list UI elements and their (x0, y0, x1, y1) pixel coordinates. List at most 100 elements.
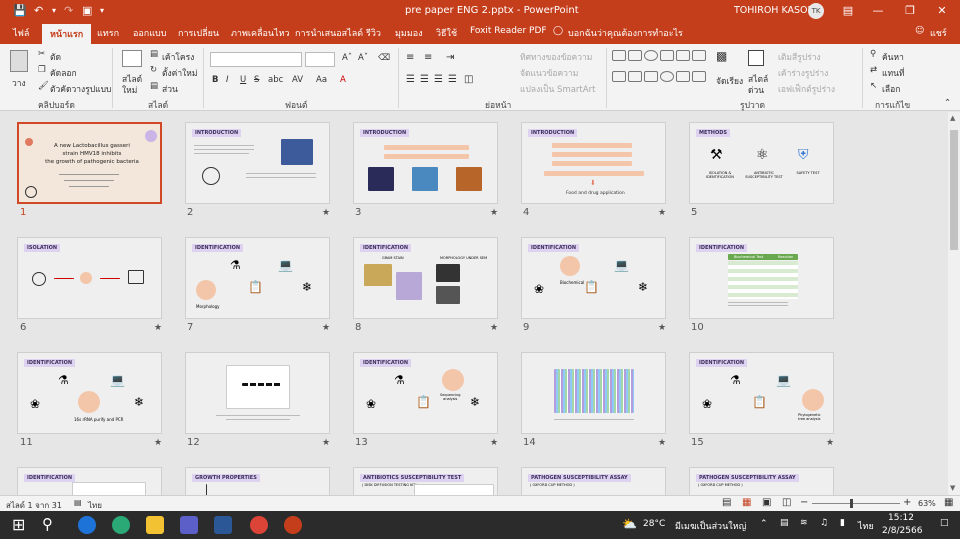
network-icon[interactable]: ▤ (780, 518, 789, 528)
share-icon[interactable]: ☺ (915, 26, 924, 36)
quick-styles-icon[interactable] (748, 50, 764, 66)
zoom-in-icon[interactable]: + (903, 497, 911, 508)
slide-thumbnail-14[interactable] (521, 352, 666, 434)
cut-icon[interactable]: ✂ (38, 49, 45, 59)
format-painter-button[interactable]: ตัวคัดวางรูปแบบ (50, 82, 111, 96)
grow-font-icon[interactable]: Aˆ (342, 53, 352, 63)
star-icon[interactable]: ★ (490, 208, 498, 218)
slide-thumbnail-3[interactable]: INTRODUCTION (353, 122, 498, 204)
tell-me-search[interactable]: บอกฉันว่าคุณต้องการทำอะไร (568, 26, 683, 40)
paste-icon[interactable] (10, 50, 28, 72)
star-icon[interactable]: ★ (322, 438, 330, 448)
tab-animations[interactable]: ภาพเคลื่อนไหว (231, 26, 290, 40)
copy-button[interactable]: คัดลอก (50, 66, 77, 80)
slide-thumbnail-9[interactable]: IDENTIFICATION ❀ 📋 💻 ❄ Biochemical (521, 237, 666, 319)
copy-icon[interactable]: ❐ (38, 65, 46, 75)
text-shadow-button[interactable]: abc (268, 75, 283, 85)
slide-thumbnail-15[interactable]: IDENTIFICATION ❀ ⚗ 📋 💻 Phylogenetic tree… (689, 352, 834, 434)
find-button[interactable]: ค้นหา (882, 50, 904, 64)
slide-thumbnail-4[interactable]: INTRODUCTION ⬇ Food and drug application (521, 122, 666, 204)
teams-icon[interactable] (180, 516, 198, 534)
scroll-up-icon[interactable]: ▲ (950, 114, 955, 122)
star-icon[interactable]: ★ (154, 323, 162, 333)
slide-thumbnail-6[interactable]: ISOLATION (17, 237, 162, 319)
convert-smartart-button[interactable]: แปลงเป็น SmartArt (520, 82, 595, 96)
normal-view-icon[interactable]: ▤ (722, 497, 731, 508)
columns-icon[interactable]: ◫ (464, 74, 473, 85)
align-left-icon[interactable]: ☰ (406, 74, 415, 85)
tray-chevron-icon[interactable]: ⌃ (760, 519, 768, 529)
slide-thumbnail-2[interactable]: INTRODUCTION (185, 122, 330, 204)
tab-home[interactable]: หน้าแรก (42, 24, 92, 44)
align-right-icon[interactable]: ☰ (434, 74, 443, 85)
powerpoint-icon[interactable] (284, 516, 302, 534)
chrome-icon[interactable] (250, 516, 268, 534)
tab-insert[interactable]: แทรก (97, 26, 119, 40)
star-icon[interactable]: ★ (322, 208, 330, 218)
tab-transitions[interactable]: การเปลี่ยน (178, 26, 219, 40)
slideshow-view-icon[interactable]: ◫ (782, 497, 791, 508)
quick-styles-button-line2[interactable]: ด่วน (748, 83, 764, 97)
edge-icon[interactable] (112, 516, 130, 534)
start-slideshow-icon[interactable]: ▣ (82, 4, 92, 17)
shapes-gallery[interactable] (612, 50, 706, 90)
indent-icon[interactable]: ⇥ (446, 52, 454, 63)
redo-icon[interactable]: ↷ (64, 4, 73, 17)
shape-outline-button[interactable]: เค้าร่างรูปร่าง (778, 66, 828, 80)
change-case-button[interactable]: Aa (316, 75, 327, 85)
slide-thumbnail-5[interactable]: METHODS ⚒ ⚛ ⛨ ISOLATION & IDENTIFICATION… (689, 122, 834, 204)
clock-time[interactable]: 15:12 (888, 513, 914, 523)
user-name[interactable]: TOHIROH KASOR (734, 5, 814, 16)
tab-help[interactable]: วิธีใช้ (436, 26, 457, 40)
slide-sorter-view-icon[interactable]: ▦ (742, 497, 751, 508)
section-icon[interactable]: ▤ (150, 81, 158, 91)
cut-button[interactable]: ตัด (50, 50, 61, 64)
slide-thumbnail-16[interactable]: IDENTIFICATION (17, 467, 162, 495)
reset-icon[interactable]: ↻ (150, 65, 157, 75)
slide-thumbnail-20[interactable]: PATHOGEN SUSCEPTIBILITY ASSAY ( OXFORD C… (689, 467, 834, 495)
share-button[interactable]: แชร์ (930, 26, 947, 40)
scroll-down-icon[interactable]: ▼ (950, 484, 955, 492)
strikethrough-button[interactable]: S (254, 75, 259, 85)
notification-icon[interactable]: □ (940, 518, 949, 528)
layout-button[interactable]: เค้าโครง (162, 50, 194, 64)
char-spacing-button[interactable]: AV (292, 75, 303, 85)
maximize-icon[interactable]: ❐ (900, 3, 920, 19)
star-icon[interactable]: ★ (322, 323, 330, 333)
arrange-button[interactable]: จัดเรียง (716, 74, 743, 88)
save-icon[interactable]: 💾 (13, 4, 27, 17)
tab-review[interactable]: รีวิว (366, 26, 381, 40)
section-button[interactable]: ส่วน (162, 82, 178, 96)
vertical-scrollbar[interactable]: ▲ ▼ (948, 112, 960, 495)
close-icon[interactable]: ✕ (932, 3, 952, 19)
app-icon[interactable] (78, 516, 96, 534)
fit-to-window-icon[interactable]: ▦ (944, 497, 953, 508)
select-icon[interactable]: ↖ (870, 81, 877, 91)
slide-thumbnail-12[interactable] (185, 352, 330, 434)
ribbon-display-icon[interactable]: ▤ (838, 3, 858, 19)
shrink-font-icon[interactable]: Aˇ (358, 53, 368, 63)
tab-foxit[interactable]: Foxit Reader PDF (470, 26, 547, 36)
wifi-icon[interactable]: ≋ (800, 518, 808, 528)
align-text-button[interactable]: จัดแนวข้อความ (520, 66, 578, 80)
clear-formatting-icon[interactable]: ⌫ (378, 53, 390, 63)
slide-thumbnail-11[interactable]: IDENTIFICATION ❀ ⚗ 💻 ❄ 16s rRNA purify a… (17, 352, 162, 434)
zoom-slider-thumb[interactable] (850, 499, 853, 508)
star-icon[interactable]: ★ (658, 208, 666, 218)
underline-button[interactable]: U (240, 75, 246, 85)
select-button[interactable]: เลือก (882, 82, 900, 96)
collapse-ribbon-icon[interactable]: ⌃ (944, 98, 951, 108)
font-name-combo[interactable] (210, 52, 302, 67)
zoom-level[interactable]: 63% (918, 499, 936, 508)
word-icon[interactable] (214, 516, 232, 534)
file-explorer-icon[interactable] (146, 516, 164, 534)
windows-start-icon[interactable]: ⊞ (12, 515, 25, 534)
slide-thumbnail-10[interactable]: IDENTIFICATION Biochemical Test Reaction (689, 237, 834, 319)
reset-button[interactable]: ตั้งค่าใหม่ (162, 66, 198, 80)
star-icon[interactable]: ★ (826, 438, 834, 448)
new-slide-icon[interactable] (122, 50, 142, 67)
battery-icon[interactable]: ▮ (840, 518, 845, 528)
star-icon[interactable]: ★ (154, 438, 162, 448)
bold-button[interactable]: B (212, 75, 218, 85)
bullets-icon[interactable]: ≡ (406, 52, 414, 63)
